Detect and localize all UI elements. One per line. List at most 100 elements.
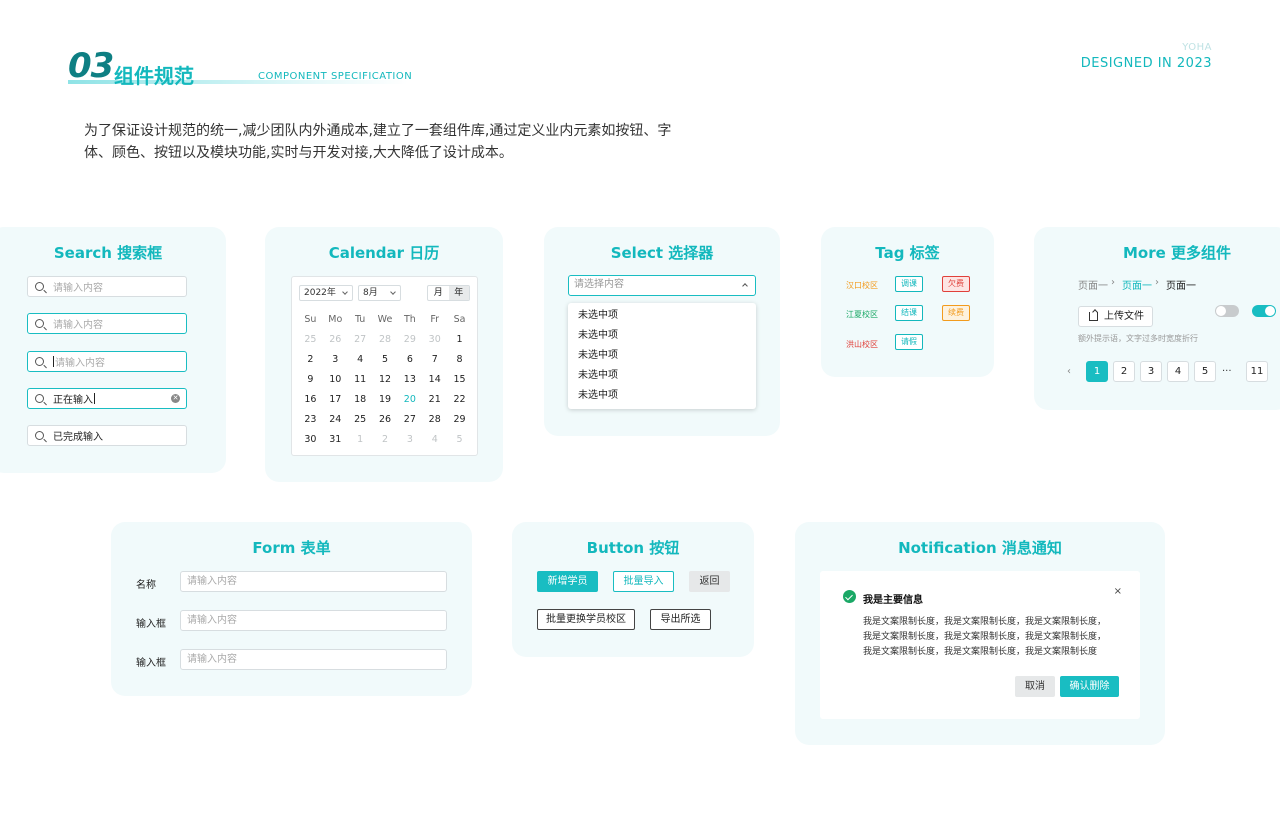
select-option[interactable]: 未选中项: [568, 386, 756, 406]
text-caret: [94, 393, 95, 404]
calendar-day[interactable]: 2: [298, 350, 323, 370]
select-option[interactable]: 未选中项: [568, 326, 756, 346]
calendar-day[interactable]: 27: [397, 410, 422, 430]
calendar-day[interactable]: 17: [323, 390, 348, 410]
search-input-default[interactable]: 请输入内容: [27, 276, 187, 297]
form-input-3[interactable]: 请输入内容: [180, 649, 447, 670]
page-button-last[interactable]: 11: [1246, 361, 1268, 382]
calendar-day[interactable]: 4: [422, 430, 447, 450]
calendar-card-title: Calendar 日历: [328, 244, 440, 262]
tag-card: Tag 标签 汉口校区 江夏校区 洪山校区 调课 结课 请假 欠费 续费: [821, 227, 994, 377]
calendar-day[interactable]: 18: [348, 390, 373, 410]
cancel-button[interactable]: 取消: [1015, 676, 1055, 697]
mode-year-button[interactable]: 年: [448, 286, 469, 300]
weekday-header: Tu: [354, 314, 366, 325]
calendar-day[interactable]: 22: [447, 390, 472, 410]
select-option[interactable]: 未选中项: [568, 366, 756, 386]
breadcrumb-item[interactable]: 页面一: [1122, 277, 1152, 292]
calendar-day[interactable]: 5: [373, 350, 398, 370]
calendar-day[interactable]: 30: [422, 330, 447, 350]
calendar-grid: Su Mo Tu We Th Fr Sa 25 26 27 28 29 30 1 2 3 4 5 6 7 8 9 10 11 1…: [298, 310, 472, 450]
close-icon[interactable]: ×: [1114, 586, 1122, 597]
calendar-day[interactable]: 19: [373, 390, 398, 410]
upload-hint: 额外提示语，文字过多时宽度折行: [1078, 334, 1198, 343]
search-input-filled[interactable]: 已完成输入: [27, 425, 187, 446]
batch-import-button[interactable]: 批量导入: [613, 571, 674, 592]
calendar-day[interactable]: 26: [373, 410, 398, 430]
calendar-day[interactable]: 25: [298, 330, 323, 350]
calendar-day-today[interactable]: 20: [397, 390, 422, 410]
calendar-day[interactable]: 11: [348, 370, 373, 390]
pagination-prev[interactable]: ‹: [1067, 361, 1071, 382]
year-select[interactable]: 2022年: [299, 285, 353, 301]
mode-month-button[interactable]: 月: [428, 286, 449, 300]
pagination-ellipsis: ···: [1222, 366, 1232, 377]
form-card-title: Form 表单: [252, 539, 331, 557]
calendar-day[interactable]: 6: [397, 350, 422, 370]
confirm-delete-button[interactable]: 确认删除: [1060, 676, 1119, 697]
calendar-day[interactable]: 9: [298, 370, 323, 390]
page-button[interactable]: 4: [1167, 361, 1189, 382]
calendar-day[interactable]: 8: [447, 350, 472, 370]
form-input-2[interactable]: 请输入内容: [180, 610, 447, 631]
calendar-day[interactable]: 26: [323, 330, 348, 350]
calendar-day[interactable]: 3: [397, 430, 422, 450]
calendar-day[interactable]: 27: [348, 330, 373, 350]
calendar-day[interactable]: 30: [298, 430, 323, 450]
calendar-day[interactable]: 16: [298, 390, 323, 410]
clear-icon[interactable]: ✕: [171, 394, 180, 403]
calendar-day[interactable]: 24: [323, 410, 348, 430]
calendar-day[interactable]: 4: [348, 350, 373, 370]
upload-file-button[interactable]: 上传文件: [1078, 306, 1153, 327]
calendar-day[interactable]: 29: [397, 330, 422, 350]
form-input-name[interactable]: 请输入内容: [180, 571, 447, 592]
switch-off[interactable]: [1215, 305, 1239, 317]
select-option[interactable]: 未选中项: [568, 306, 756, 326]
search-input-hover[interactable]: 请输入内容: [27, 313, 187, 334]
page-button[interactable]: 2: [1113, 361, 1135, 382]
add-student-button[interactable]: 新增学员: [537, 571, 598, 592]
switch-on[interactable]: [1252, 305, 1276, 317]
campus-label-hankou: 汉口校区: [846, 281, 878, 290]
form-card: Form 表单 名称 请输入内容 输入框 请输入内容 输入框 请输入内容: [111, 522, 472, 696]
calendar-day[interactable]: 10: [323, 370, 348, 390]
calendar-day[interactable]: 1: [447, 330, 472, 350]
calendar-day[interactable]: 1: [348, 430, 373, 450]
calendar-day[interactable]: 15: [447, 370, 472, 390]
calendar-day[interactable]: 28: [373, 330, 398, 350]
search-input-typing[interactable]: 正在输入 ✕: [27, 388, 187, 409]
calendar-day[interactable]: 21: [422, 390, 447, 410]
select-option[interactable]: 未选中项: [568, 346, 756, 366]
tag-leave: 请假: [895, 334, 923, 350]
calendar-day[interactable]: 23: [298, 410, 323, 430]
breadcrumb-item[interactable]: 页面一: [1078, 277, 1108, 292]
calendar-day[interactable]: 14: [422, 370, 447, 390]
calendar-day[interactable]: 31: [323, 430, 348, 450]
calendar-day[interactable]: 3: [323, 350, 348, 370]
form-label-input: 输入框: [136, 619, 166, 630]
select-input[interactable]: 请选择内容: [568, 275, 756, 296]
section-number: 03: [68, 46, 114, 86]
calendar-day[interactable]: 12: [373, 370, 398, 390]
calendar-day[interactable]: 13: [397, 370, 422, 390]
chevron-up-icon: [742, 283, 748, 289]
page-button[interactable]: 3: [1140, 361, 1162, 382]
search-input-focused[interactable]: 请输入内容: [27, 351, 187, 372]
export-selected-button[interactable]: 导出所选: [650, 609, 711, 630]
calendar-day[interactable]: 2: [373, 430, 398, 450]
search-icon: [35, 394, 44, 403]
calendar-mode-toggle: 月 年: [427, 285, 470, 301]
batch-change-campus-button[interactable]: 批量更换学员校区: [537, 609, 635, 630]
page-button-current[interactable]: 1: [1086, 361, 1108, 382]
calendar-day[interactable]: 29: [447, 410, 472, 430]
calendar-day[interactable]: 5: [447, 430, 472, 450]
month-select[interactable]: 8月: [358, 285, 401, 301]
calendar-day[interactable]: 7: [422, 350, 447, 370]
search-icon: [35, 282, 44, 291]
calendar-day[interactable]: 28: [422, 410, 447, 430]
breadcrumb-separator-icon: ›: [1111, 277, 1115, 288]
back-button[interactable]: 返回: [689, 571, 730, 592]
page-button[interactable]: 5: [1194, 361, 1216, 382]
form-label-input: 输入框: [136, 658, 166, 669]
calendar-day[interactable]: 25: [348, 410, 373, 430]
